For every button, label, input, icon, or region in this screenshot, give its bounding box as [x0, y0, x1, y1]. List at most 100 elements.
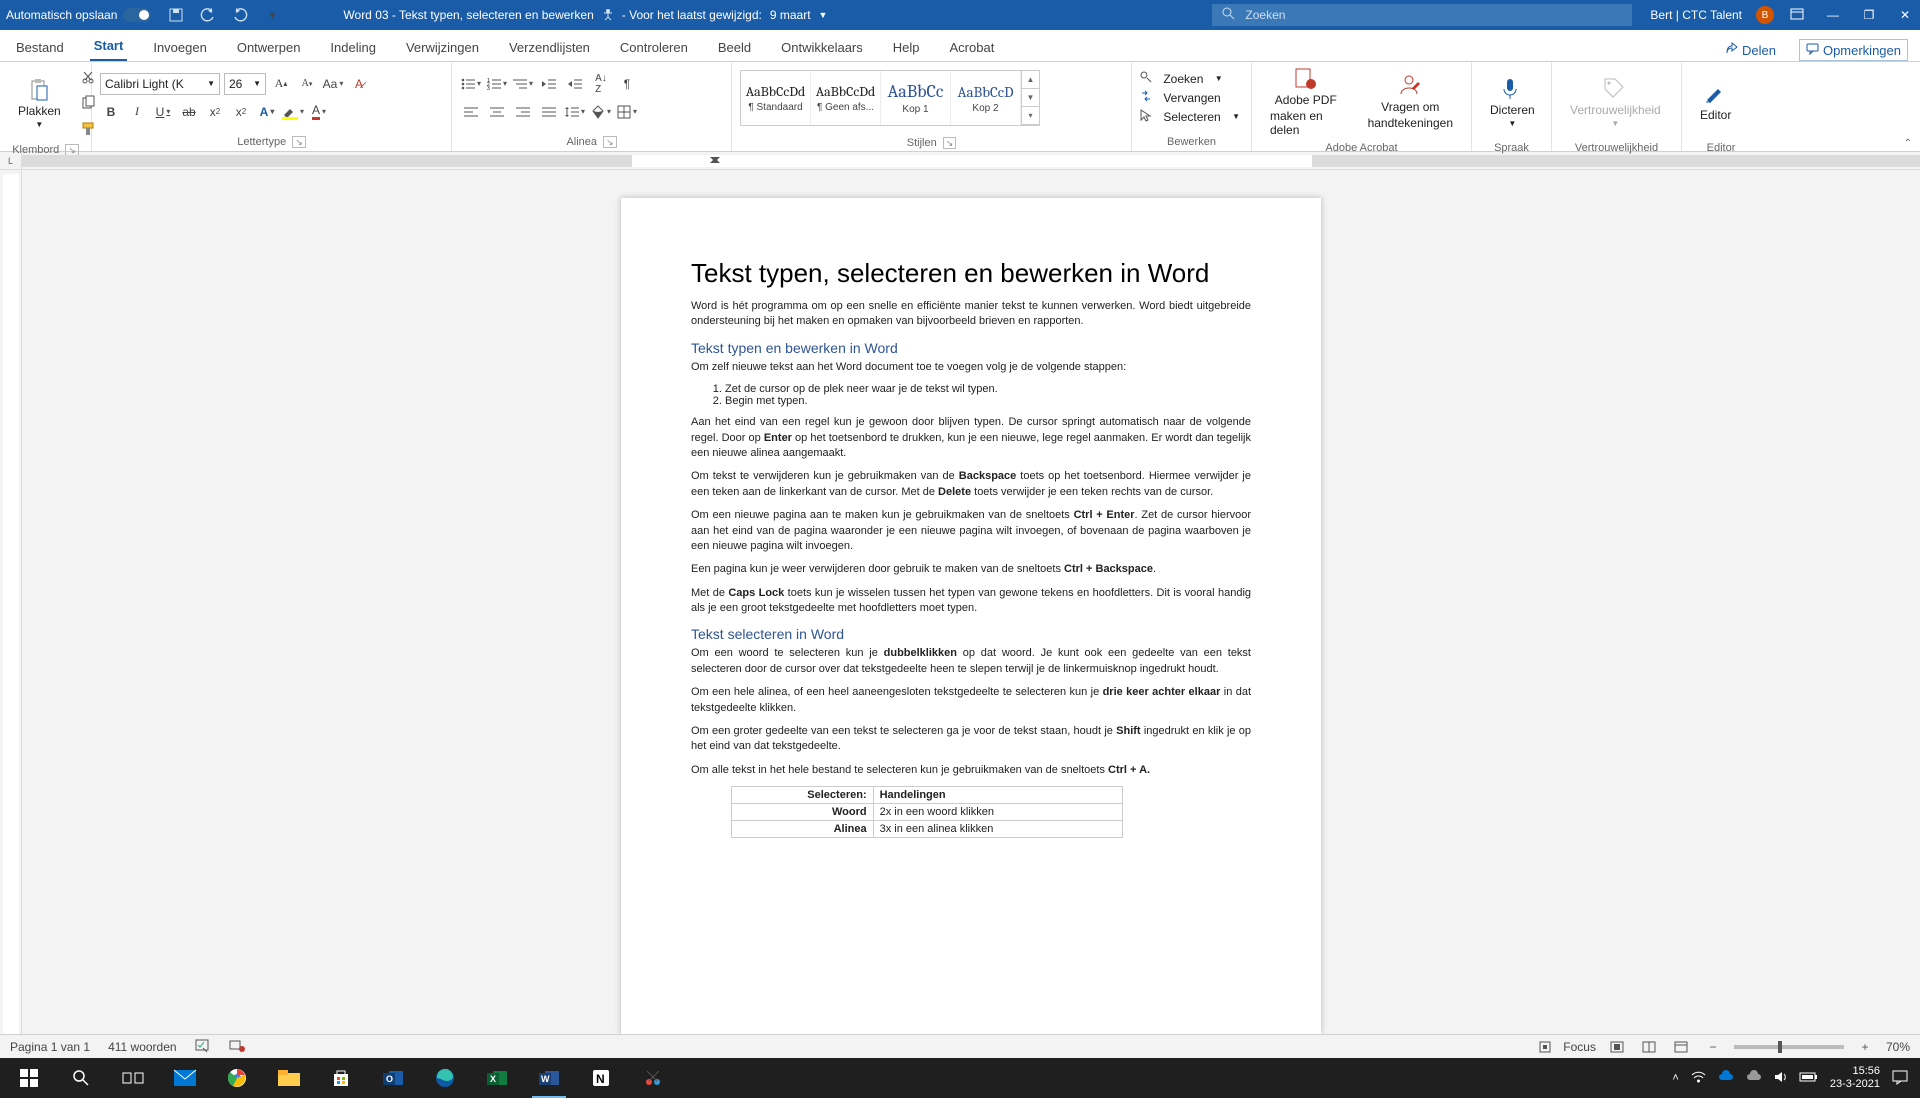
dialog-launcher-icon[interactable]: ↘	[603, 136, 617, 148]
indent-marker-icon[interactable]	[710, 153, 720, 167]
italic-icon[interactable]: I	[126, 101, 148, 123]
subscript-icon[interactable]: x2	[204, 101, 226, 123]
font-size-combo[interactable]: 26▼	[224, 73, 266, 95]
select-table[interactable]: Selecteren:Handelingen Woord2x in een wo…	[731, 786, 1123, 838]
read-mode-icon[interactable]	[1638, 1038, 1660, 1056]
decrease-indent-icon[interactable]	[538, 73, 560, 95]
tab-acrobat[interactable]: Acrobat	[946, 34, 999, 61]
text-effects-icon[interactable]: A	[256, 101, 278, 123]
gallery-more-icon[interactable]: ▾	[1022, 107, 1039, 125]
spellcheck-icon[interactable]	[195, 1038, 211, 1055]
font-color-icon[interactable]: A	[308, 101, 330, 123]
collapse-ribbon-icon[interactable]: ⌃	[1904, 138, 1912, 149]
sort-icon[interactable]: A↓Z	[590, 73, 612, 95]
heading-typen[interactable]: Tekst typen en bewerken in Word	[691, 340, 1251, 356]
start-button[interactable]	[6, 1058, 52, 1098]
borders-icon[interactable]	[616, 101, 638, 123]
notifications-icon[interactable]	[1892, 1070, 1908, 1087]
share-button[interactable]: Delen	[1718, 39, 1783, 61]
tab-ontwerpen[interactable]: Ontwerpen	[233, 34, 305, 61]
focus-mode-button[interactable]: Focus	[1538, 1040, 1596, 1054]
document-canvas[interactable]: Tekst typen, selecteren en bewerken in W…	[22, 170, 1920, 1034]
qat-more-icon[interactable]: ▾	[261, 4, 283, 26]
line-spacing-icon[interactable]	[564, 101, 586, 123]
p-backspace[interactable]: Om tekst te verwijderen kun je gebruikma…	[691, 469, 1251, 500]
chrome-icon[interactable]	[214, 1058, 260, 1098]
tab-bestand[interactable]: Bestand	[12, 34, 68, 61]
justify-icon[interactable]	[538, 101, 560, 123]
redo-icon[interactable]	[229, 4, 251, 26]
tray-overflow-icon[interactable]: ˄	[1672, 1072, 1678, 1084]
autosave-toggle[interactable]: Automatisch opslaan	[6, 8, 151, 22]
multilevel-icon[interactable]	[512, 73, 534, 95]
outlook-icon[interactable]: O	[370, 1058, 416, 1098]
volume-icon[interactable]	[1774, 1071, 1788, 1086]
save-icon[interactable]	[165, 4, 187, 26]
mail-app-icon[interactable]	[162, 1058, 208, 1098]
explorer-icon[interactable]	[266, 1058, 312, 1098]
status-page[interactable]: Pagina 1 van 1	[10, 1040, 90, 1054]
align-left-icon[interactable]	[460, 101, 482, 123]
maximize-icon[interactable]: ❐	[1860, 8, 1878, 22]
request-signatures-button[interactable]: Vragen om handtekeningen	[1358, 66, 1463, 138]
doc-heading[interactable]: Tekst typen, selecteren en bewerken in W…	[691, 258, 1251, 289]
last-saved-value[interactable]: 9 maart	[770, 8, 811, 22]
store-icon[interactable]	[318, 1058, 364, 1098]
font-name-combo[interactable]: Calibri Light (K▼	[100, 73, 220, 95]
close-icon[interactable]: ✕	[1896, 8, 1914, 22]
status-words[interactable]: 411 woorden	[108, 1040, 177, 1054]
p-steps[interactable]: Om zelf nieuwe tekst aan het Word docume…	[691, 360, 1251, 375]
undo-icon[interactable]	[197, 4, 219, 26]
p-removepage[interactable]: Een pagina kun je weer verwijderen door …	[691, 562, 1251, 577]
comments-button[interactable]: Opmerkingen	[1799, 39, 1908, 61]
p-newpage[interactable]: Om een nieuwe pagina aan te maken kun je…	[691, 508, 1251, 554]
clear-format-icon[interactable]: A̷	[348, 73, 370, 95]
heading-selecteren[interactable]: Tekst selecteren in Word	[691, 626, 1251, 642]
wifi-icon[interactable]	[1691, 1071, 1706, 1086]
steps-list[interactable]: Zet de cursor op de plek neer waar je de…	[725, 383, 1251, 407]
show-marks-icon[interactable]: ¶	[616, 73, 638, 95]
tab-help[interactable]: Help	[889, 34, 924, 61]
superscript-icon[interactable]: x2	[230, 101, 252, 123]
intro-paragraph[interactable]: Word is hét programma om op een snelle e…	[691, 299, 1251, 330]
editor-button[interactable]: Editor	[1690, 66, 1741, 138]
web-layout-icon[interactable]	[1670, 1038, 1692, 1056]
onedrive-alt-icon[interactable]	[1746, 1071, 1762, 1085]
zoom-value[interactable]: 70%	[1886, 1040, 1910, 1054]
tab-verwijzingen[interactable]: Verwijzingen	[402, 34, 483, 61]
tab-ontwikkelaars[interactable]: Ontwikkelaars	[777, 34, 867, 61]
p-ctrla[interactable]: Om alle tekst in het hele bestand te sel…	[691, 763, 1251, 778]
adobe-pdf-button[interactable]: Adobe PDF maken en delen	[1260, 66, 1352, 138]
excel-icon[interactable]: X	[474, 1058, 520, 1098]
style-geen-afstand[interactable]: AaBbCcDd¶ Geen afs...	[811, 71, 881, 125]
page[interactable]: Tekst typen, selecteren en bewerken in W…	[621, 198, 1321, 1034]
replace-button[interactable]: Vervangen	[1140, 90, 1240, 105]
style-kop1[interactable]: AaBbCcKop 1	[881, 71, 951, 125]
print-layout-icon[interactable]	[1606, 1038, 1628, 1056]
onedrive-icon[interactable]	[1718, 1071, 1734, 1085]
style-standaard[interactable]: AaBbCcDd¶ Standaard	[741, 71, 811, 125]
p-shift[interactable]: Om een groter gedeelte van een tekst te …	[691, 724, 1251, 755]
zoom-out-icon[interactable]: −	[1702, 1038, 1724, 1056]
tab-invoegen[interactable]: Invoegen	[149, 34, 211, 61]
shading-icon[interactable]	[590, 101, 612, 123]
styles-gallery[interactable]: AaBbCcDd¶ Standaard AaBbCcDd¶ Geen afs..…	[740, 70, 1040, 126]
grow-font-icon[interactable]: A▴	[270, 73, 292, 95]
zoom-slider[interactable]	[1734, 1045, 1844, 1049]
horizontal-ruler[interactable]	[22, 152, 1920, 170]
align-center-icon[interactable]	[486, 101, 508, 123]
word-icon[interactable]: W	[526, 1058, 572, 1098]
edge-icon[interactable]	[422, 1058, 468, 1098]
user-avatar[interactable]: B	[1756, 6, 1774, 24]
select-button[interactable]: Selecteren ▼	[1140, 109, 1240, 124]
search-taskbar-icon[interactable]	[58, 1058, 104, 1098]
tab-beeld[interactable]: Beeld	[714, 34, 755, 61]
user-name[interactable]: Bert | CTC Talent	[1650, 8, 1742, 22]
dictate-button[interactable]: Dicteren▼	[1480, 66, 1545, 138]
underline-icon[interactable]: U	[152, 101, 174, 123]
search-box[interactable]: Zoeken	[1212, 4, 1632, 26]
minimize-icon[interactable]: —	[1824, 8, 1842, 22]
increase-indent-icon[interactable]	[564, 73, 586, 95]
snip-icon[interactable]	[630, 1058, 676, 1098]
zoom-in-icon[interactable]: +	[1854, 1038, 1876, 1056]
